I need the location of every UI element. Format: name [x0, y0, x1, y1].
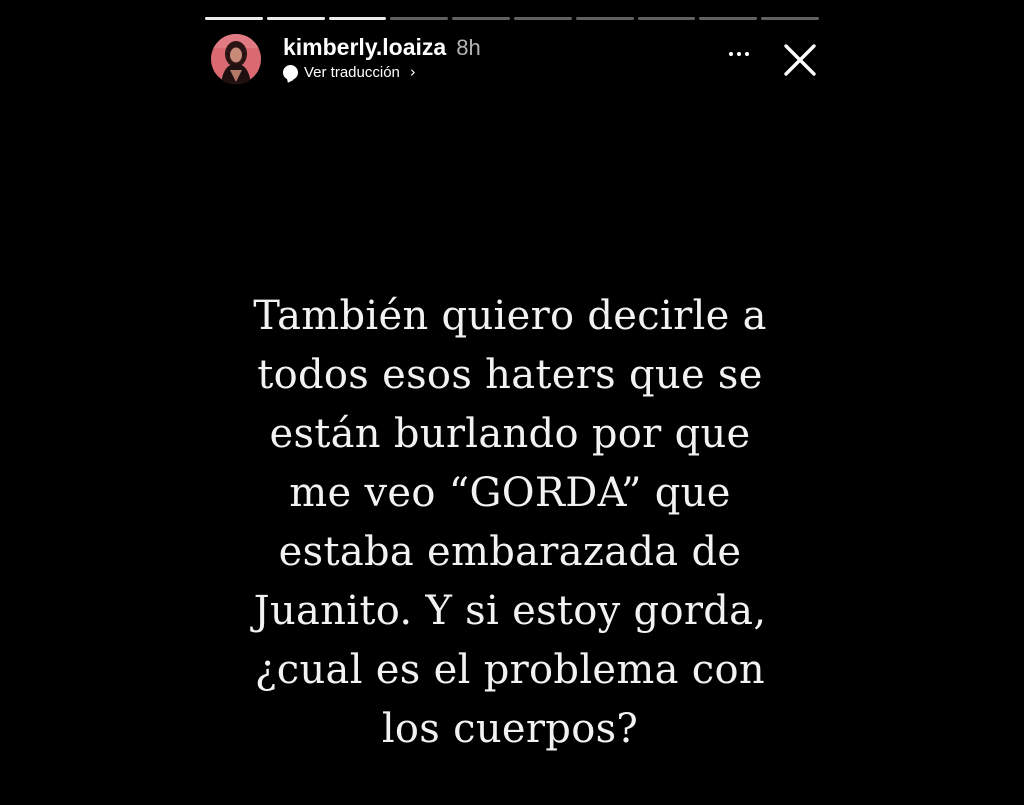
progress-segment	[266, 17, 325, 20]
chevron-right-icon: ›	[409, 63, 416, 81]
progress-segment	[205, 17, 263, 20]
see-translation-label: Ver traducción	[304, 63, 400, 81]
avatar[interactable]	[211, 34, 261, 84]
username[interactable]: kimberly.loaiza	[283, 34, 446, 61]
user-row: kimberly.loaiza 8h	[283, 34, 481, 61]
translate-bubble-icon	[283, 64, 298, 80]
story-text-line: los cuerpos?	[381, 706, 639, 752]
story-text-line: Juanito. Y si estoy gorda,	[253, 588, 767, 634]
progress-segment	[328, 17, 387, 20]
close-button[interactable]	[782, 42, 818, 78]
more-options-button[interactable]	[724, 39, 754, 69]
close-icon	[784, 44, 816, 76]
more-horizontal-icon	[729, 52, 733, 56]
story-text-line: me veo “GORDA” que	[289, 470, 731, 516]
progress-segment	[390, 17, 449, 20]
story-text-line: También quiero decirle a	[253, 293, 767, 339]
see-translation-link[interactable]: Ver traducción ›	[283, 63, 416, 81]
progress-segment	[575, 17, 634, 20]
progress-segment	[513, 17, 572, 20]
avatar-image	[211, 34, 261, 84]
story-text-line: estaba embarazada de	[278, 529, 742, 575]
story-text-line: ¿cual es el problema con	[255, 647, 765, 693]
post-time: 8h	[456, 35, 481, 60]
story-text-line: están burlando por que	[269, 411, 751, 457]
story-viewer: kimberly.loaiza 8h Ver traducción › Tamb…	[0, 0, 1024, 805]
progress-segment	[761, 17, 819, 20]
story-progress-bar	[205, 17, 819, 20]
progress-segment	[699, 17, 758, 20]
progress-segment	[637, 17, 696, 20]
progress-segment	[452, 17, 510, 20]
story-text-block: También quiero decirle a todos esos hate…	[180, 287, 840, 759]
story-text-line: todos esos haters que se	[257, 352, 763, 398]
